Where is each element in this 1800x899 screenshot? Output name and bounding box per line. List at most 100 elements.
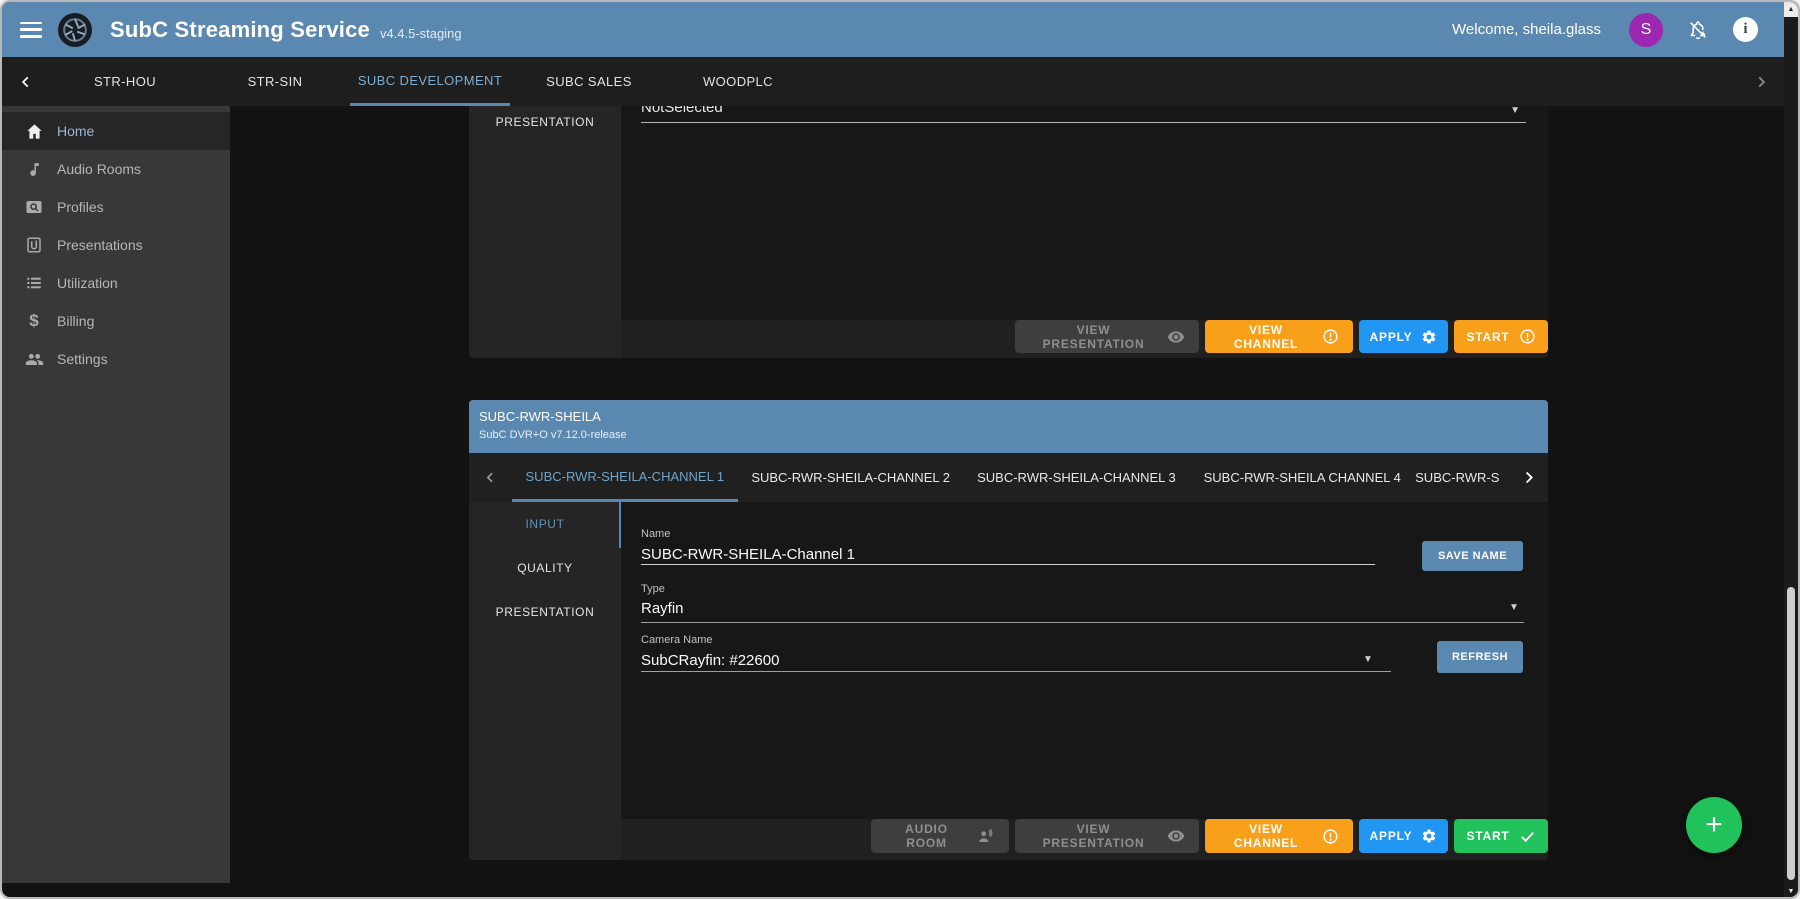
- type-underline: [641, 622, 1524, 623]
- side-tab-quality[interactable]: QUALITY: [469, 546, 621, 590]
- device-subtitle: SubC DVR+O v7.12.0-release: [479, 429, 1536, 441]
- tabs-scroll-left-icon[interactable]: [2, 57, 50, 106]
- button-label: VIEW CHANNEL: [1219, 822, 1313, 850]
- apply-button[interactable]: APPLY: [1359, 320, 1448, 353]
- side-tab-presentation[interactable]: PRESENTATION: [469, 106, 621, 138]
- gear-icon: [1421, 828, 1437, 844]
- device-card-header: SUBC-RWR-SHEILA SubC DVR+O v7.12.0-relea…: [469, 400, 1548, 453]
- sidebar-item-settings[interactable]: Settings: [2, 340, 230, 378]
- sidebar-item-label: Utilization: [57, 275, 118, 291]
- button-label: AUDIO ROOM: [885, 822, 968, 850]
- side-tab-presentation[interactable]: PRESENTATION: [469, 590, 621, 634]
- people-icon: [24, 349, 44, 369]
- camera-name-underline: [641, 671, 1391, 672]
- view-channel-button[interactable]: VIEW CHANNEL: [1205, 320, 1353, 353]
- button-label: VIEW CHANNEL: [1219, 323, 1313, 351]
- error-icon: [1322, 328, 1339, 345]
- app-window: SubC Streaming Service v4.4.5-staging We…: [0, 0, 1800, 899]
- org-tab-subc-development[interactable]: SUBC DEVELOPMENT: [350, 57, 510, 106]
- channel-tabs-scroll-left-icon[interactable]: [469, 453, 512, 502]
- app-title: SubC Streaming Service: [110, 17, 370, 43]
- refresh-button[interactable]: REFRESH: [1437, 641, 1523, 673]
- view-channel-button[interactable]: VIEW CHANNEL: [1205, 819, 1353, 853]
- sidebar-item-label: Settings: [57, 351, 108, 367]
- start-button[interactable]: START: [1454, 819, 1548, 853]
- tabs-scroll-right-icon[interactable]: [1754, 57, 1768, 106]
- button-label: VIEW PRESENTATION: [1029, 323, 1158, 351]
- menu-icon[interactable]: [20, 22, 42, 38]
- list-icon: [24, 273, 44, 293]
- channel-tabs-scroll-right-icon[interactable]: [1509, 453, 1548, 502]
- channel-tabbar: SUBC-RWR-SHEILA-CHANNEL 1 SUBC-RWR-SHEIL…: [469, 453, 1548, 502]
- sidebar-item-utilization[interactable]: Utilization: [2, 264, 230, 302]
- view-presentation-button[interactable]: VIEW PRESENTATION: [1015, 320, 1199, 353]
- pageview-icon: [24, 197, 44, 217]
- org-tab-woodplc[interactable]: WOODPLC: [668, 57, 808, 106]
- scrollbar-thumb[interactable]: [1787, 587, 1795, 880]
- name-input[interactable]: [641, 546, 1371, 563]
- button-label: APPLY: [1370, 330, 1413, 344]
- scroll-down-icon[interactable]: ▼: [1784, 888, 1798, 895]
- sidebar-item-home[interactable]: Home: [2, 112, 230, 150]
- chevron-down-icon[interactable]: ▼: [1509, 602, 1519, 613]
- presentation-select[interactable]: NotSelected: [641, 106, 723, 116]
- notifications-off-icon[interactable]: [1687, 19, 1709, 41]
- channel-tab-5[interactable]: SUBC-RWR-S: [1415, 453, 1509, 502]
- camera-name-select[interactable]: SubCRayfin: #22600: [641, 652, 779, 669]
- channel-tab-1[interactable]: SUBC-RWR-SHEILA-CHANNEL 1: [512, 453, 738, 502]
- home-icon: [24, 121, 44, 141]
- card2-button-row: AUDIO ROOM VIEW PRESENTATION VIEW CHANNE…: [871, 819, 1548, 853]
- card1-button-row: VIEW PRESENTATION VIEW CHANNEL APPLY STA…: [1015, 320, 1548, 353]
- button-label: START: [1466, 829, 1509, 843]
- welcome-text: Welcome, sheila.glass: [1452, 21, 1601, 38]
- audio-room-button[interactable]: AUDIO ROOM: [871, 819, 1009, 853]
- dollar-icon: $: [24, 311, 44, 331]
- subc-logo-icon: [58, 13, 92, 47]
- app-version: v4.4.5-staging: [380, 26, 462, 41]
- apply-button[interactable]: APPLY: [1359, 819, 1448, 853]
- error-icon: [1322, 828, 1339, 845]
- button-label: VIEW PRESENTATION: [1029, 822, 1158, 850]
- avatar[interactable]: S: [1629, 13, 1663, 47]
- sidebar-item-billing[interactable]: $ Billing: [2, 302, 230, 340]
- card2-side-tabs: INPUT QUALITY PRESENTATION: [469, 502, 621, 860]
- add-button[interactable]: +: [1686, 797, 1742, 853]
- eye-icon: [1167, 328, 1185, 346]
- sidebar: Home Audio Rooms Profiles Presentations …: [2, 106, 230, 883]
- eye-icon: [1167, 827, 1185, 845]
- name-label: Name: [641, 528, 670, 540]
- view-presentation-button[interactable]: VIEW PRESENTATION: [1015, 819, 1199, 853]
- active-subtab-indicator: [619, 502, 621, 548]
- org-tabbar: STR-HOU STR-SIN SUBC DEVELOPMENT SUBC SA…: [2, 57, 1784, 106]
- select-underline: [641, 122, 1526, 123]
- music-note-icon: [24, 159, 44, 179]
- card1-panel: NotSelected ▼: [621, 106, 1548, 320]
- org-tab-subc-sales[interactable]: SUBC SALES: [510, 57, 668, 106]
- start-button[interactable]: START: [1454, 320, 1548, 353]
- sidebar-item-label: Billing: [57, 313, 94, 329]
- sidebar-item-audio-rooms[interactable]: Audio Rooms: [2, 150, 230, 188]
- sidebar-item-presentations[interactable]: Presentations: [2, 226, 230, 264]
- sidebar-item-label: Audio Rooms: [57, 161, 141, 177]
- org-tab-str-sin[interactable]: STR-SIN: [200, 57, 350, 106]
- org-tab-str-hou[interactable]: STR-HOU: [50, 57, 200, 106]
- button-label: APPLY: [1370, 829, 1413, 843]
- check-icon: [1519, 828, 1536, 845]
- side-tab-input[interactable]: INPUT: [469, 502, 621, 546]
- sidebar-item-profiles[interactable]: Profiles: [2, 188, 230, 226]
- scrollbar: ▲ ▼: [1784, 2, 1798, 897]
- device-card: SUBC-RWR-SHEILA SubC DVR+O v7.12.0-relea…: [469, 400, 1548, 860]
- gear-icon: [1421, 329, 1437, 345]
- channel-tab-3[interactable]: SUBC-RWR-SHEILA-CHANNEL 3: [964, 453, 1190, 502]
- channel-tab-2[interactable]: SUBC-RWR-SHEILA-CHANNEL 2: [738, 453, 964, 502]
- type-select[interactable]: Rayfin: [641, 600, 684, 617]
- channel-tab-4[interactable]: SUBC-RWR-SHEILA CHANNEL 4: [1189, 453, 1415, 502]
- button-label: START: [1466, 330, 1509, 344]
- save-name-button[interactable]: SAVE NAME: [1422, 541, 1523, 571]
- camera-name-label: Camera Name: [641, 634, 713, 646]
- info-icon[interactable]: i: [1733, 17, 1758, 42]
- scroll-up-icon[interactable]: ▲: [1784, 2, 1798, 17]
- name-underline: [641, 564, 1375, 565]
- chevron-down-icon[interactable]: ▼: [1510, 106, 1520, 116]
- chevron-down-icon[interactable]: ▼: [1363, 654, 1373, 665]
